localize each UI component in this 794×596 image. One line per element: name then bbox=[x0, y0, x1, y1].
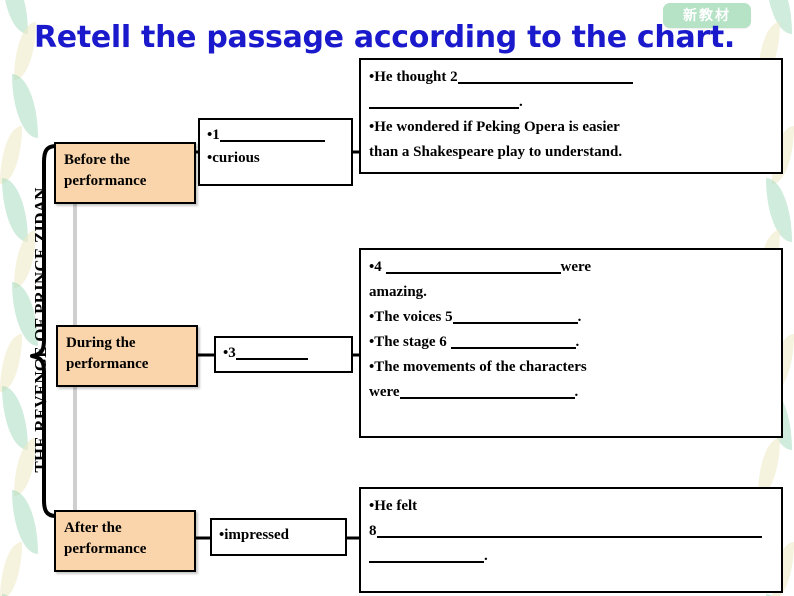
blank-underline bbox=[450, 332, 576, 349]
keyword-before-line-0: •1 bbox=[207, 124, 345, 147]
detail-before-line-3: than a Shakespeare play to understand. bbox=[369, 140, 773, 165]
detail-before-post-1: . bbox=[519, 94, 523, 110]
blank-underline bbox=[399, 382, 575, 399]
detail-box-after: •He felt 8. bbox=[359, 487, 783, 593]
blank-underline bbox=[376, 521, 762, 538]
detail-after-line-1: 8 bbox=[369, 519, 773, 544]
detail-during-text-2: The voices 5 bbox=[374, 309, 453, 325]
decorative-petal bbox=[0, 126, 22, 184]
detail-after-post-2: . bbox=[484, 548, 488, 564]
decorative-petal bbox=[12, 490, 38, 554]
detail-box-before: •He thought 2. •He wondered if Peking Ope… bbox=[359, 58, 783, 174]
stage-box-after: After the performance bbox=[54, 510, 196, 572]
detail-during-line-1: amazing. bbox=[369, 280, 773, 305]
detail-during-post-2: . bbox=[577, 309, 582, 325]
detail-during-text-4: The movements of the characters bbox=[374, 359, 587, 375]
vertical-side-title: THE REVENGE OF PRINCE ZIDAN bbox=[31, 187, 50, 473]
detail-during-text-5: were bbox=[369, 384, 400, 400]
decorative-petal bbox=[766, 178, 792, 242]
decorative-petal bbox=[2, 178, 28, 242]
detail-before-line-1: . bbox=[369, 90, 773, 115]
decorative-petal bbox=[12, 74, 38, 138]
detail-during-line-2: •The voices 5. bbox=[369, 305, 773, 330]
detail-during-line-0: •4 were bbox=[369, 255, 773, 280]
detail-before-text-2: He wondered if Peking Opera is easier bbox=[374, 119, 620, 135]
keyword-during-line-0: •3 bbox=[223, 342, 345, 365]
decorative-petal bbox=[14, 22, 36, 80]
keyword-during-text-0: 3 bbox=[228, 345, 236, 361]
detail-during-line-5: were. bbox=[369, 380, 773, 405]
detail-after-line-2: . bbox=[369, 544, 773, 569]
decorative-petal bbox=[2, 386, 28, 450]
blank-underline bbox=[219, 125, 325, 142]
blank-underline bbox=[452, 307, 578, 324]
stage-box-during: During the performance bbox=[56, 325, 198, 387]
detail-box-during: •4 were amazing. •The voices 5. •The stage … bbox=[359, 248, 783, 438]
detail-after-text-0: He felt bbox=[374, 498, 418, 514]
decorative-petal bbox=[0, 334, 22, 392]
decorative-petal bbox=[0, 542, 22, 596]
keyword-before-text-1: curious bbox=[212, 150, 260, 166]
detail-before-line-2: •He wondered if Peking Opera is easier bbox=[369, 115, 773, 140]
keyword-before-line-1: •curious bbox=[207, 147, 345, 170]
detail-after-text-1: 8 bbox=[369, 523, 377, 539]
stage-box-before: Before the performance bbox=[54, 142, 196, 204]
keyword-box-during: •3 bbox=[214, 336, 353, 373]
slide-canvas: 新教材 Retell the passage according to the … bbox=[0, 0, 794, 596]
detail-during-post-5: . bbox=[574, 384, 579, 400]
stage-label-before: Before the performance bbox=[64, 152, 147, 189]
detail-during-text-3: The stage 6 bbox=[374, 334, 451, 350]
stage-label-during: During the performance bbox=[66, 335, 149, 372]
detail-during-text-0: 4 bbox=[374, 259, 386, 275]
stage-label-after: After the performance bbox=[64, 520, 147, 557]
detail-during-post-0: were bbox=[560, 259, 592, 275]
detail-before-text-3: than a Shakespeare play to understand. bbox=[369, 144, 623, 160]
detail-during-text-1: amazing. bbox=[369, 284, 427, 300]
detail-before-line-0: •He thought 2 bbox=[369, 65, 773, 90]
detail-before-text-0: He thought 2 bbox=[374, 69, 458, 85]
decorative-petal bbox=[766, 0, 792, 34]
blank-underline bbox=[457, 67, 633, 84]
blank-underline bbox=[385, 257, 561, 274]
blank-underline bbox=[369, 92, 519, 109]
detail-during-line-3: •The stage 6 . bbox=[369, 330, 773, 355]
detail-during-line-4: •The movements of the characters bbox=[369, 355, 773, 380]
keyword-after-line-0: •impressed bbox=[219, 524, 339, 547]
keyword-box-after: •impressed bbox=[210, 518, 347, 556]
detail-after-line-0: •He felt bbox=[369, 494, 773, 519]
keyword-box-before: •1 •curious bbox=[198, 118, 353, 186]
page-title: Retell the passage according to the char… bbox=[34, 20, 736, 55]
decorative-petal bbox=[2, 0, 28, 34]
keyword-before-text-0: 1 bbox=[212, 127, 220, 143]
keyword-after-text-0: impressed bbox=[224, 527, 289, 543]
blank-underline bbox=[235, 343, 308, 360]
detail-during-post-3: . bbox=[575, 334, 580, 350]
blank-underline bbox=[369, 546, 484, 563]
